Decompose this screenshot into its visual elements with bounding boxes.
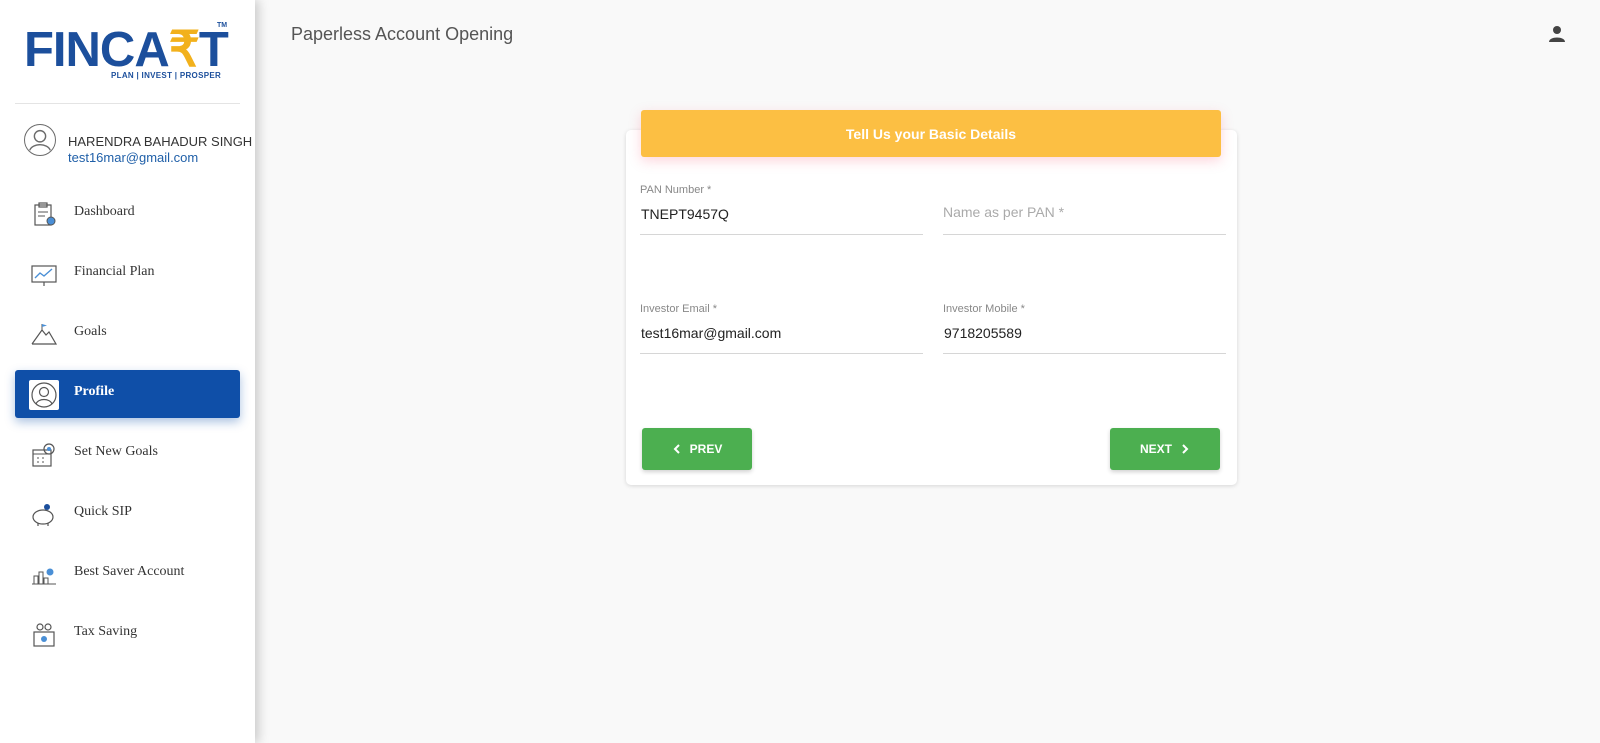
sidebar-item-label: Profile	[74, 384, 115, 399]
sidebar-item-best-saver-account[interactable]: Best Saver Account	[15, 550, 240, 598]
mountain-flag-icon	[31, 324, 58, 345]
card-heading-text: Tell Us your Basic Details	[845, 125, 1017, 142]
field-underline	[943, 353, 1226, 354]
person-icon[interactable]	[1548, 25, 1566, 43]
city-coin-icon	[32, 568, 56, 585]
sidebar-item-profile[interactable]: Profile	[15, 370, 240, 418]
sidebar-item-label: Dashboard	[74, 204, 135, 219]
field-underline	[943, 234, 1226, 235]
chevron-left-icon	[673, 444, 680, 454]
sidebar-item-label: Best Saver Account	[74, 564, 185, 579]
field-underline	[640, 234, 923, 235]
profile-icon	[29, 380, 59, 410]
sidebar-item-tax-saving[interactable]: Tax Saving	[15, 610, 240, 658]
target-calendar-icon	[32, 443, 55, 467]
sidebar-item-label: Set New Goals	[74, 444, 158, 459]
chevron-right-icon	[1182, 444, 1189, 454]
sidebar-item-label: Tax Saving	[74, 624, 138, 639]
investor-mobile-input[interactable]	[944, 325, 1224, 341]
sidebar-item-quick-sip[interactable]: Quick SIP	[15, 490, 240, 538]
sidebar: FINCA₹T TM PLAN | INVEST | PROSPER HAREN…	[0, 0, 255, 743]
prev-button-label: PREV	[689, 442, 723, 456]
next-button-label: NEXT	[1139, 442, 1172, 456]
user-circle-icon	[24, 124, 56, 156]
user-name: HARENDRA BAHADUR SINGH	[68, 134, 253, 149]
user-email: test16mar@gmail.com	[68, 150, 199, 165]
sidebar-item-label: Financial Plan	[74, 264, 155, 279]
sidebar-item-label: Goals	[74, 324, 107, 339]
page-title: Paperless Account Opening	[291, 24, 514, 44]
piggy-bank-icon	[32, 504, 54, 526]
next-button[interactable]: NEXT	[1110, 428, 1220, 470]
sidebar-divider	[15, 103, 240, 104]
sidebar-nav: Dashboard Financial Plan Goals Profile S…	[15, 190, 240, 670]
field-underline	[640, 353, 923, 354]
user-profile-summary: HARENDRA BAHADUR SINGH test16mar@gmail.c…	[24, 124, 253, 165]
prev-button[interactable]: PREV	[642, 428, 752, 470]
tax-document-icon	[33, 623, 55, 647]
sidebar-item-label: Quick SIP	[74, 504, 132, 519]
name-as-per-pan-input[interactable]	[943, 204, 1223, 220]
investor-mobile-label: Investor Mobile *	[943, 303, 1025, 315]
pan-number-input[interactable]	[641, 206, 921, 222]
chart-board-icon	[31, 265, 57, 286]
trademark: TM	[217, 22, 228, 29]
pan-number-label: PAN Number *	[640, 184, 712, 196]
sidebar-item-set-new-goals[interactable]: Set New Goals	[15, 430, 240, 478]
sidebar-item-goals[interactable]: Goals	[15, 310, 240, 358]
sidebar-item-dashboard[interactable]: Dashboard	[15, 190, 240, 238]
fincart-logo[interactable]: FINCA₹T TM PLAN | INVEST | PROSPER	[24, 22, 234, 84]
clipboard-icon	[34, 202, 56, 226]
sidebar-item-financial-plan[interactable]: Financial Plan	[15, 250, 240, 298]
logo-tagline: PLAN | INVEST | PROSPER	[111, 71, 222, 80]
card-heading: Tell Us your Basic Details	[641, 110, 1221, 157]
investor-email-label: Investor Email *	[640, 303, 718, 315]
investor-email-input[interactable]	[641, 325, 921, 341]
